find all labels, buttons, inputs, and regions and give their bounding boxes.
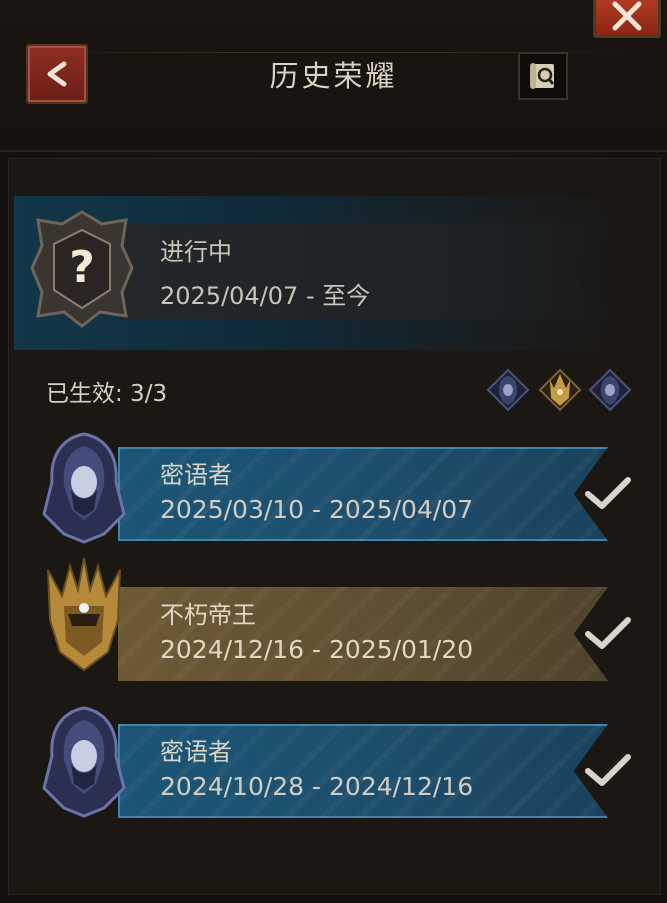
chevron-left-icon xyxy=(47,61,67,87)
emperor-mini-icon xyxy=(538,368,582,412)
honor-record[interactable]: 密语者 2025/03/10 - 2025/04/07 xyxy=(118,447,608,541)
whisperer-mini-icon xyxy=(588,368,632,412)
back-button[interactable] xyxy=(26,44,88,104)
whisperer-mini-icon xyxy=(486,368,530,412)
record-date-range: 2024/10/28 - 2024/12/16 xyxy=(160,772,474,801)
record-name: 密语者 xyxy=(160,738,232,766)
checkmark-icon xyxy=(585,617,631,649)
record-name: 不朽帝王 xyxy=(160,601,256,629)
checkmark-icon xyxy=(585,754,631,786)
current-date-range: 2025/04/07 - 至今 xyxy=(160,282,371,310)
record-date-range: 2024/12/16 - 2025/01/20 xyxy=(160,635,474,664)
scroll-search-icon xyxy=(530,63,555,89)
record-date-range: 2025/03/10 - 2025/04/07 xyxy=(160,495,474,524)
close-x-icon xyxy=(612,1,642,31)
close-button[interactable] xyxy=(593,0,661,38)
page-title: 历史荣耀 xyxy=(269,59,398,93)
hooded-whisperer-icon xyxy=(42,432,126,544)
history-scroll-button[interactable] xyxy=(518,52,568,100)
active-count-label: 已生效: 3/3 xyxy=(46,381,168,407)
honor-record[interactable]: 密语者 2024/10/28 - 2024/12/16 xyxy=(118,724,608,818)
honor-record[interactable]: 不朽帝王 2024/12/16 - 2025/01/20 xyxy=(118,587,608,681)
checkmark-icon xyxy=(585,477,631,509)
record-name: 密语者 xyxy=(160,461,232,489)
golden-emperor-icon xyxy=(47,557,121,672)
current-status-label: 进行中 xyxy=(160,238,232,266)
hooded-whisperer-icon xyxy=(42,706,126,818)
question-mark-emblem-icon: ? xyxy=(30,210,134,328)
svg-text:?: ? xyxy=(69,242,95,293)
